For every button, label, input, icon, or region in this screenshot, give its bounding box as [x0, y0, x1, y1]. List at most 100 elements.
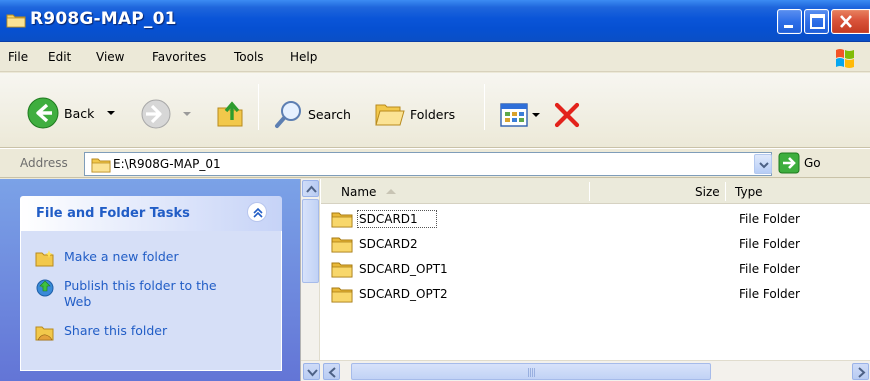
menu-file[interactable]: File [8, 50, 28, 64]
file-type: File Folder [739, 212, 800, 226]
maximize-button[interactable] [804, 9, 829, 34]
scroll-left-button[interactable] [323, 363, 340, 380]
publish-web-icon [36, 279, 54, 297]
views-button[interactable] [500, 102, 542, 128]
search-icon [275, 101, 301, 128]
horizontal-scroll-thumb[interactable]: |||| [351, 363, 711, 380]
scroll-thumb[interactable] [302, 199, 319, 283]
chevron-down-icon [307, 369, 318, 377]
address-value: E:\R908G-MAP_01 [113, 157, 221, 171]
menu-help[interactable]: Help [290, 50, 317, 64]
back-label: Back [64, 105, 95, 121]
explorer-window: R908G-MAP_01 File Edit View Favorites To… [0, 0, 870, 381]
forward-button[interactable] [140, 98, 194, 130]
file-type: File Folder [739, 287, 800, 301]
scroll-up-button[interactable] [302, 180, 319, 197]
address-input[interactable]: E:\R908G-MAP_01 [84, 152, 772, 176]
menu-view[interactable]: View [96, 50, 124, 64]
close-button[interactable] [831, 9, 870, 34]
file-name: SDCARD_OPT2 [359, 287, 448, 301]
horizontal-scrollbar[interactable]: |||| [301, 360, 870, 381]
task-publish-folder[interactable]: Publish this folder to the Web [35, 278, 235, 310]
new-folder-icon [35, 250, 54, 267]
task-pane: File and Folder Tasks Make a new folder [0, 179, 300, 381]
go-arrow-icon [778, 152, 800, 174]
task-box-body: Make a new folder Publish this folder to… [20, 231, 282, 371]
folder-icon [331, 212, 353, 228]
chevron-right-icon [858, 367, 866, 378]
chevron-down-icon[interactable] [104, 108, 118, 118]
folder-icon [331, 287, 353, 303]
file-row[interactable]: SDCARD1 File Folder [331, 208, 870, 230]
back-button[interactable]: Back [26, 96, 118, 130]
folders-button[interactable]: Folders [374, 99, 455, 129]
task-label: Share this folder [64, 323, 168, 338]
sort-ascending-icon [386, 189, 396, 194]
folder-icon [6, 14, 26, 28]
folder-icon [331, 237, 353, 253]
file-name: SDCARD1 [359, 212, 418, 226]
minimize-icon [784, 25, 793, 28]
chevron-down-icon[interactable] [530, 110, 542, 120]
file-row[interactable]: SDCARD_OPT1 File Folder [331, 258, 870, 280]
column-header-row: Name Size Type [321, 179, 870, 204]
task-make-new-folder[interactable]: Make a new folder [35, 249, 179, 267]
file-list-pane: Name Size Type SDCARD1 File Folder SDCAR… [300, 179, 870, 381]
menu-edit[interactable]: Edit [48, 50, 71, 64]
menu-bar: File Edit View Favorites Tools Help [0, 43, 870, 72]
task-box-header[interactable]: File and Folder Tasks [20, 196, 282, 231]
file-type: File Folder [739, 262, 800, 276]
share-folder-icon [35, 326, 54, 341]
column-header-type[interactable]: Type [735, 185, 763, 199]
column-header-size[interactable]: Size [695, 185, 720, 199]
up-folder-icon[interactable] [216, 96, 246, 130]
window-title: R908G-MAP_01 [30, 9, 177, 29]
task-label: Make a new folder [64, 249, 179, 264]
chevron-left-icon [328, 367, 336, 378]
file-type: File Folder [739, 237, 800, 251]
title-bar[interactable]: R908G-MAP_01 [0, 0, 870, 42]
task-box-title: File and Folder Tasks [36, 206, 190, 221]
menu-tools[interactable]: Tools [234, 50, 264, 64]
chevron-down-icon[interactable] [180, 109, 194, 119]
address-label: Address [20, 156, 68, 170]
menu-favorites[interactable]: Favorites [152, 50, 206, 64]
chevron-up-icon [306, 185, 317, 193]
column-header-name[interactable]: Name [341, 185, 376, 199]
chevron-up-icon [253, 207, 263, 218]
close-icon [840, 15, 852, 28]
file-name: SDCARD_OPT1 [359, 262, 448, 276]
file-row[interactable]: SDCARD_OPT2 File Folder [331, 283, 870, 305]
scroll-right-button[interactable] [852, 363, 869, 380]
folder-icon [331, 262, 353, 278]
go-button[interactable]: Go [778, 152, 821, 174]
collapse-button[interactable] [247, 202, 267, 222]
minimize-button[interactable] [777, 9, 802, 34]
file-row[interactable]: SDCARD2 File Folder [331, 233, 870, 255]
search-label: Search [308, 106, 351, 122]
column-separator[interactable] [725, 182, 726, 201]
folder-icon [91, 158, 111, 173]
maximize-icon [810, 14, 825, 29]
toolbar-separator [258, 84, 259, 130]
vertical-scrollbar[interactable] [301, 179, 320, 379]
task-label: Publish this folder to the Web [64, 278, 217, 309]
chevron-down-icon [759, 162, 769, 169]
address-bar: Address E:\R908G-MAP_01 Go [0, 148, 870, 178]
windows-logo-icon [836, 49, 854, 68]
task-share-folder[interactable]: Share this folder [35, 323, 167, 341]
forward-arrow-icon [141, 99, 171, 129]
toolbar-separator [484, 84, 485, 130]
search-button[interactable]: Search [274, 99, 351, 129]
views-icon [500, 103, 528, 127]
grip-icon: |||| [527, 368, 536, 378]
back-arrow-icon [27, 97, 59, 129]
address-dropdown-button[interactable] [754, 154, 772, 174]
delete-icon[interactable] [552, 100, 582, 130]
folders-icon [375, 104, 405, 126]
scroll-down-button[interactable] [303, 363, 320, 380]
column-separator[interactable] [589, 182, 590, 201]
folders-label: Folders [410, 106, 456, 122]
go-label: Go [804, 156, 821, 170]
file-name: SDCARD2 [359, 237, 418, 251]
